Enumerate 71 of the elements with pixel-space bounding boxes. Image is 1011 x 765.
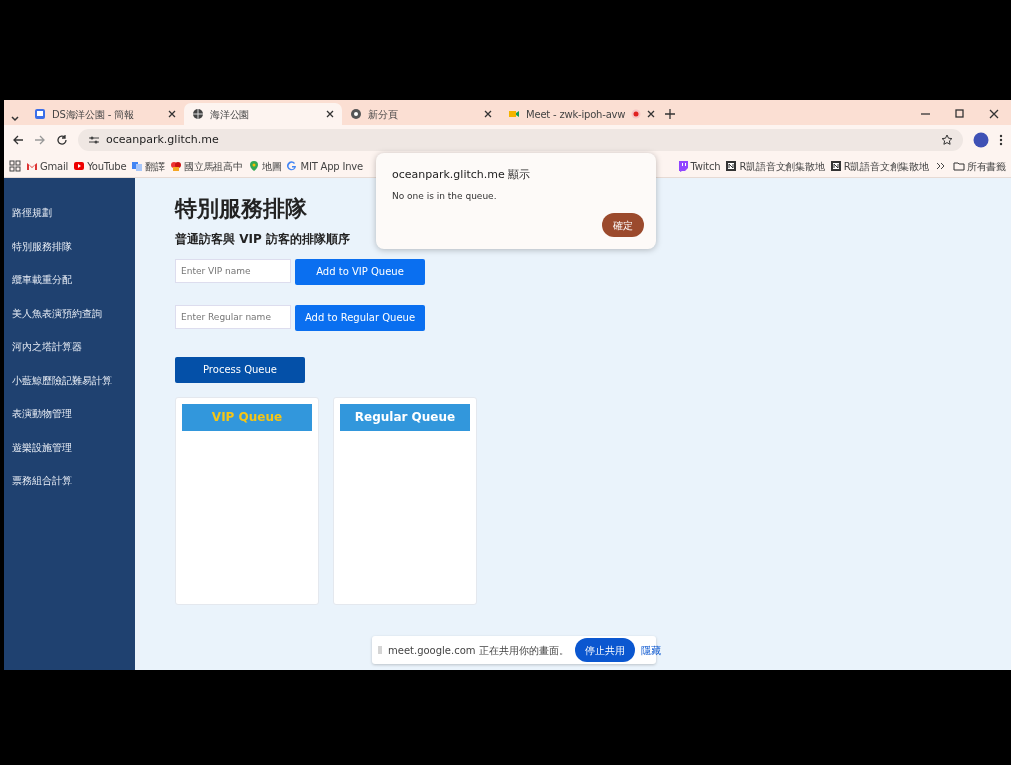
browser-logo-icon (350, 108, 362, 120)
bookmark[interactable]: R凱語音文創集散地 (725, 158, 825, 174)
browser-tab[interactable]: 新分頁 (342, 103, 500, 125)
sidebar-link[interactable]: 路徑規劃 (4, 196, 135, 230)
close-icon[interactable] (168, 110, 176, 118)
sidebar-link[interactable]: 纜車載重分配 (4, 263, 135, 297)
sidebar-link[interactable]: 美人魚表演預約查詢 (4, 296, 135, 330)
drag-handle-icon[interactable] (378, 645, 382, 655)
sidebar-link[interactable]: 小藍鯨歷險記難易計算 (4, 363, 135, 397)
bookmark[interactable]: 翻譯 (131, 158, 166, 174)
dialog-title: oceanpark.glitch.me 顯示 (392, 167, 532, 183)
avatar-icon[interactable] (973, 132, 989, 148)
apps-grid-icon[interactable] (9, 160, 21, 172)
queue-header: VIP Queue (182, 403, 312, 431)
sidebar-link[interactable]: 表演動物管理 (4, 397, 135, 431)
chat-bubble-icon (676, 160, 689, 172)
mail-icon (26, 160, 38, 172)
tab-title: Meet - zwk-ipoh-avw (526, 107, 626, 122)
more-menu-icon[interactable] (999, 134, 1003, 146)
emblem-icon (170, 160, 183, 172)
sidebar-link[interactable]: 遊樂設施管理 (4, 430, 135, 464)
g-logo-icon (286, 160, 299, 172)
star-icon[interactable] (941, 134, 953, 146)
stop-sharing-button[interactable]: 停止共用 (574, 638, 635, 662)
sidebar-link[interactable]: 特別服務排隊 (4, 229, 135, 263)
browser-tab[interactable]: 海洋公園 (184, 103, 342, 125)
forward-arrow-icon[interactable] (34, 134, 46, 146)
section-heading: 普通訪客與 VIP 訪客的排隊順序 (175, 232, 351, 247)
bookmark[interactable]: 所有書籤 (952, 158, 1006, 174)
bookmark[interactable]: Gmail (26, 158, 69, 174)
name-input-field[interactable]: Enter VIP name (175, 258, 291, 283)
bookmark[interactable]: MIT App Inve (286, 158, 364, 174)
n-square-icon (829, 160, 842, 172)
share-message: meet.google.com 正在共用你的畫面。 (388, 643, 569, 658)
back-arrow-icon[interactable] (12, 134, 24, 146)
close-icon[interactable] (326, 110, 334, 118)
page-title: 特別服務排隊 (175, 196, 307, 223)
bookmark[interactable]: YouTube (73, 158, 127, 174)
bookmark[interactable]: R凱語音文創集散地 (829, 158, 929, 174)
address-bar[interactable]: oceanpark.glitch.me (78, 129, 963, 151)
translate-icon (131, 160, 144, 172)
bookmark[interactable]: 國立馬祖高中 (170, 158, 243, 174)
bookmark[interactable]: Twitch (676, 158, 721, 174)
slides-icon (34, 108, 46, 120)
name-input-field[interactable]: Enter Regular name (175, 304, 291, 329)
address-text: oceanpark.glitch.me (106, 131, 219, 148)
bookmark[interactable]: 地圖 (247, 158, 282, 174)
process-button[interactable]: Process Queue (175, 356, 305, 383)
tab-title: DS海洋公園 - 簡報 (52, 107, 135, 122)
add-button[interactable]: Add to VIP Queue (295, 258, 425, 285)
close-icon[interactable] (484, 110, 492, 118)
close-icon[interactable] (647, 110, 656, 118)
sidebar-link[interactable]: 票務組合計算 (4, 464, 135, 498)
queue-header: Regular Queue (340, 403, 470, 431)
play-icon (73, 160, 86, 172)
tab-title: 新分頁 (368, 107, 399, 122)
globe-icon (192, 108, 204, 120)
site-settings-icon (88, 134, 100, 146)
reload-icon[interactable] (56, 134, 68, 146)
map-pin-icon (247, 160, 260, 172)
folder-icon (952, 160, 965, 172)
n-square-icon (725, 160, 738, 172)
ok-button[interactable]: 確定 (602, 213, 644, 237)
tab-title: 海洋公園 (210, 107, 251, 122)
sidebar-link[interactable]: 河內之塔計算器 (4, 330, 135, 364)
add-button[interactable]: Add to Regular Queue (295, 304, 425, 331)
browser-tab[interactable]: Meet - zwk-ipoh-avw (500, 103, 664, 125)
hide-link[interactable]: 隱藏 (640, 642, 661, 658)
video-camera-icon (508, 108, 520, 120)
browser-tab[interactable]: DS海洋公園 - 簡報 (26, 103, 184, 125)
dialog-message: No one is in the queue. (392, 189, 498, 203)
